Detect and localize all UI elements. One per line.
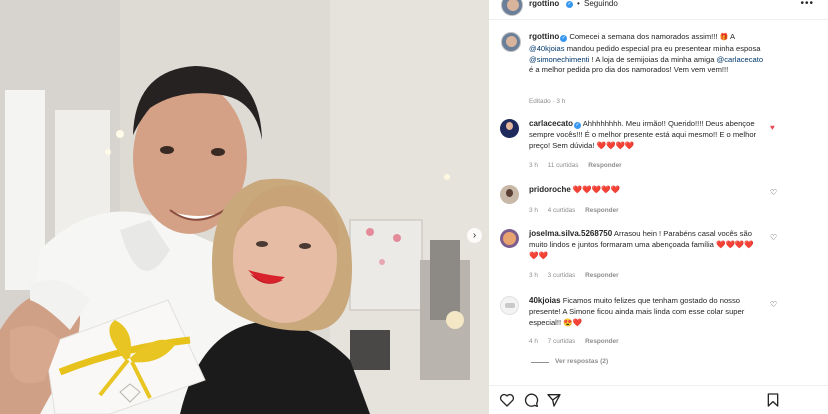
comment-username[interactable]: carlacecato	[529, 119, 573, 128]
following-button[interactable]: Seguindo	[584, 0, 618, 8]
comment-time: 3 h	[529, 162, 538, 169]
comment-time: 4 h	[529, 338, 538, 345]
comment-like-heart-icon[interactable]: ♡	[770, 189, 777, 197]
share-icon[interactable]	[546, 392, 562, 408]
author-username[interactable]: rgottino	[529, 0, 559, 8]
caption-author-avatar[interactable]	[501, 32, 521, 52]
mention-link[interactable]: @carlacecato	[717, 55, 764, 64]
commenter-avatar[interactable]	[500, 229, 519, 248]
comment-meta: 3 h 4 curtidas Responder	[529, 207, 627, 214]
comment-text: pridoroche ❤️❤️❤️❤️❤️	[529, 185, 759, 196]
comment-body: ❤️❤️❤️❤️❤️	[572, 185, 621, 194]
replies-divider	[531, 362, 549, 363]
post-photo: ›	[0, 0, 489, 414]
caption-time: Editado · 3 h	[529, 98, 566, 105]
comment-likes[interactable]: 7 curtidas	[548, 338, 576, 345]
comment-body: Ficamos muito felizes que tenham gostado…	[529, 296, 745, 327]
caption-username[interactable]: rgottino	[529, 32, 559, 41]
comment-likes[interactable]: 11 curtidas	[548, 162, 579, 169]
commenter-avatar[interactable]	[500, 185, 519, 204]
post-header: rgottino ✓ • Seguindo •••	[489, 0, 828, 20]
like-heart-icon[interactable]	[499, 392, 515, 408]
comment-username[interactable]: 40kjoias	[529, 296, 561, 305]
commenter-avatar[interactable]	[500, 296, 519, 315]
comment-likes[interactable]: 4 curtidas	[548, 207, 576, 214]
caption-text: ! A loja de semijoias da minha amiga	[589, 54, 717, 64]
reply-button[interactable]: Responder	[585, 207, 618, 214]
comment-username[interactable]: pridoroche	[529, 185, 571, 194]
next-photo-icon[interactable]: ›	[467, 228, 482, 243]
post-photo-illustration	[0, 0, 489, 414]
comment-like-heart-icon[interactable]: ♡	[770, 234, 777, 242]
caption-text: é a melhor pedida pro dia dos namorados!…	[529, 65, 729, 75]
save-bookmark-icon[interactable]	[765, 392, 781, 408]
verified-icon: ✓	[574, 122, 582, 129]
verified-icon: ✓	[560, 35, 568, 42]
reply-button[interactable]: Responder	[585, 272, 618, 279]
comment-time: 3 h	[529, 207, 538, 214]
mention-link[interactable]: @40kjoias	[529, 44, 565, 53]
reply-button[interactable]: Responder	[585, 338, 618, 345]
comment-meta: 4 h 7 curtidas Responder	[529, 338, 627, 345]
comment-meta: 3 h 11 curtidas Responder	[529, 162, 630, 169]
caption-text: mandou pedido especial pra eu presentear…	[564, 43, 761, 53]
comment-username[interactable]: joselma.silva.5268750	[529, 229, 612, 238]
mention-link[interactable]: @simonechimenti	[529, 55, 589, 64]
comment-time: 3 h	[529, 272, 538, 279]
comment-likes[interactable]: 3 curtidas	[548, 272, 576, 279]
view-replies-button[interactable]: Ver respostas (2)	[555, 358, 608, 365]
caption-text: Comecei a semana dos namorados assim!!!	[569, 32, 720, 41]
post-side-panel: rgottino ✓ • Seguindo ••• rgottino ✓ Come…	[489, 0, 828, 414]
comment-text: carlacecato ✓ Ahhhhhhhh. Meu irmão!! Quer…	[529, 119, 759, 151]
comment-like-heart-icon[interactable]: ♡	[770, 301, 777, 309]
comment-text: 40kjoias Ficamos muito felizes que tenha…	[529, 296, 763, 328]
more-options-icon[interactable]: •••	[800, 0, 814, 9]
caption-text: A	[728, 32, 735, 41]
post-caption: rgottino ✓ Comecei a semana dos namorados…	[529, 32, 764, 76]
comment-icon[interactable]	[523, 392, 539, 408]
commenter-avatar[interactable]	[500, 119, 519, 138]
reply-button[interactable]: Responder	[588, 162, 621, 169]
comment-text: joselma.silva.5268750 Arrasou hein ! Par…	[529, 229, 763, 261]
post-action-bar	[489, 385, 828, 414]
verified-icon: ✓	[566, 1, 573, 8]
separator-dot: •	[577, 0, 580, 8]
author-avatar[interactable]	[501, 0, 523, 16]
comment-meta: 3 h 3 curtidas Responder	[529, 272, 627, 279]
comment-like-heart-icon[interactable]: ♥	[770, 124, 775, 132]
